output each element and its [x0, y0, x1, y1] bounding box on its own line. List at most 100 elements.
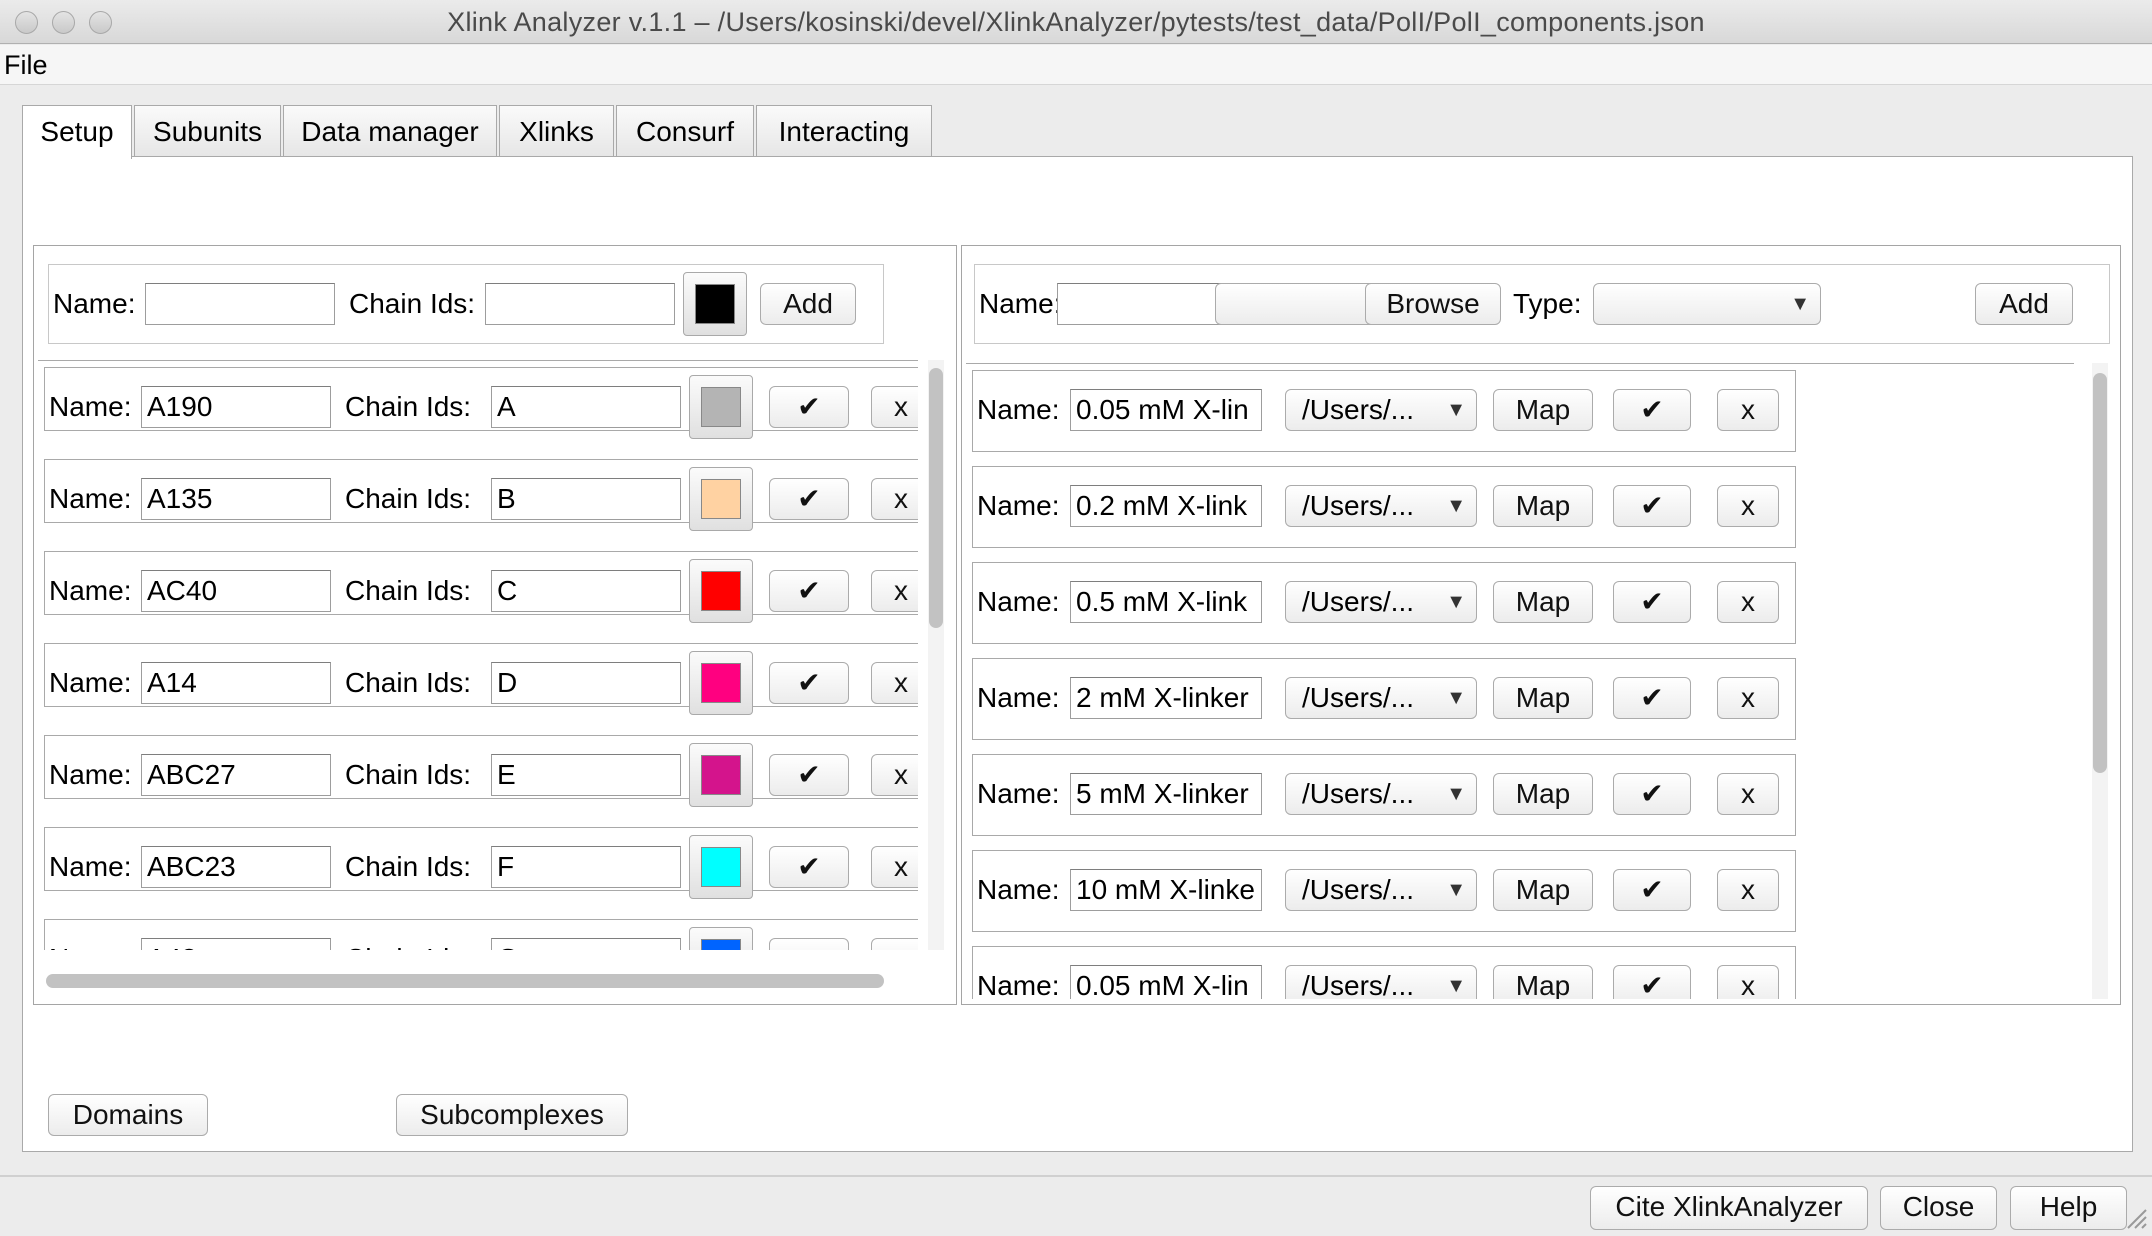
map-button[interactable]: Map [1493, 485, 1593, 527]
delete-button[interactable]: x [871, 478, 918, 520]
data-row-file-select[interactable]: /Users/... ▼ [1285, 485, 1477, 527]
delete-button[interactable]: x [871, 938, 918, 950]
subunit-row-color-button[interactable] [689, 559, 753, 623]
map-button[interactable]: Map [1493, 581, 1593, 623]
data-row-file-select[interactable]: /Users/... ▼ [1285, 965, 1477, 999]
subunit-row-name-input[interactable]: A14 [141, 662, 331, 704]
add-subunit-button[interactable]: Add [760, 283, 856, 325]
subunit-row-name-input[interactable]: A43 [141, 938, 331, 950]
subcomplexes-button[interactable]: Subcomplexes [396, 1094, 628, 1136]
browse-button[interactable]: Browse [1365, 283, 1501, 325]
apply-button[interactable]: ✔ [1613, 773, 1691, 815]
delete-button[interactable]: x [1717, 485, 1779, 527]
delete-button[interactable]: x [1717, 965, 1779, 999]
apply-button[interactable]: ✔ [769, 386, 849, 428]
menu-file[interactable]: File [4, 49, 48, 81]
delete-button[interactable]: x [1717, 869, 1779, 911]
data-row-name-input[interactable]: 10 mM X-linke [1070, 869, 1262, 911]
subunit-row-color-button[interactable] [689, 835, 753, 899]
map-button[interactable]: Map [1493, 869, 1593, 911]
domains-button[interactable]: Domains [48, 1094, 208, 1136]
tab-data-manager[interactable]: Data manager [283, 105, 497, 157]
data-type-select[interactable]: ▼ [1593, 283, 1821, 325]
data-row-file-select[interactable]: /Users/... ▼ [1285, 389, 1477, 431]
color-swatch [701, 663, 741, 703]
subunit-row-name-input[interactable]: A135 [141, 478, 331, 520]
apply-button[interactable]: ✔ [1613, 389, 1691, 431]
subunit-row-color-button[interactable] [689, 651, 753, 715]
add-data-button[interactable]: Add [1975, 283, 2073, 325]
help-button[interactable]: Help [2010, 1186, 2127, 1230]
tab-xlinks[interactable]: Xlinks [499, 105, 614, 157]
delete-button[interactable]: x [1717, 773, 1779, 815]
data-row-name-input[interactable]: 2 mM X-linker [1070, 677, 1262, 719]
subunit-row-name-input[interactable]: AC40 [141, 570, 331, 612]
cite-button[interactable]: Cite XlinkAnalyzer [1590, 1186, 1868, 1230]
close-button[interactable]: Close [1880, 1186, 1997, 1230]
subunit-row-color-button[interactable] [689, 375, 753, 439]
apply-button[interactable]: ✔ [1613, 677, 1691, 719]
subunit-list-vscroll[interactable] [928, 360, 944, 950]
subunit-row-name-input[interactable]: ABC23 [141, 846, 331, 888]
scroll-thumb[interactable] [929, 368, 943, 628]
apply-button[interactable]: ✔ [769, 478, 849, 520]
subunit-row-chain-input[interactable]: C [491, 570, 681, 612]
map-button[interactable]: Map [1493, 773, 1593, 815]
subunit-row-name-input[interactable]: A190 [141, 386, 331, 428]
data-row-file-select[interactable]: /Users/... ▼ [1285, 581, 1477, 623]
delete-button[interactable]: x [1717, 581, 1779, 623]
data-list-vscroll[interactable] [2092, 363, 2108, 999]
tab-consurf[interactable]: Consurf [616, 105, 754, 157]
data-row: Name: 10 mM X-linke/Users/... ▼ Map ✔ x [972, 850, 1796, 932]
map-button[interactable]: Map [1493, 965, 1593, 999]
data-row-file-select[interactable]: /Users/... ▼ [1285, 677, 1477, 719]
data-row-name-input[interactable]: 0.5 mM X-link [1070, 581, 1262, 623]
subunit-color-button[interactable] [683, 272, 747, 336]
data-row-name-input[interactable]: 0.2 mM X-link [1070, 485, 1262, 527]
delete-button[interactable]: x [871, 570, 918, 612]
tab-interacting[interactable]: Interacting [756, 105, 932, 157]
tab-setup[interactable]: Setup [22, 105, 132, 159]
data-row-name-input[interactable]: 5 mM X-linker [1070, 773, 1262, 815]
subunit-name-input[interactable] [145, 283, 335, 325]
apply-button[interactable]: ✔ [769, 846, 849, 888]
map-button[interactable]: Map [1493, 389, 1593, 431]
subunit-list-hscroll[interactable] [46, 974, 884, 988]
apply-button[interactable]: ✔ [1613, 869, 1691, 911]
delete-button[interactable]: x [1717, 677, 1779, 719]
subunit-row-chain-input[interactable]: F [491, 846, 681, 888]
apply-button[interactable]: ✔ [1613, 965, 1691, 999]
subunit-row-color-button[interactable] [689, 467, 753, 531]
apply-button[interactable]: ✔ [1613, 581, 1691, 623]
chevron-down-icon: ▼ [1446, 687, 1466, 709]
apply-button[interactable]: ✔ [1613, 485, 1691, 527]
data-row-file-select[interactable]: /Users/... ▼ [1285, 773, 1477, 815]
subunit-row-color-button[interactable] [689, 927, 753, 950]
delete-button[interactable]: x [871, 386, 918, 428]
delete-button[interactable]: x [871, 662, 918, 704]
data-row-name-input[interactable]: 0.05 mM X-lin [1070, 965, 1262, 999]
apply-button[interactable]: ✔ [769, 754, 849, 796]
subunit-row-chain-input[interactable]: B [491, 478, 681, 520]
apply-button[interactable]: ✔ [769, 570, 849, 612]
subunit-row-chain-input[interactable]: G [491, 938, 681, 950]
tab-subunits[interactable]: Subunits [134, 105, 281, 157]
scroll-thumb[interactable] [2093, 373, 2107, 773]
subunit-row-color-button[interactable] [689, 743, 753, 807]
delete-button[interactable]: x [871, 754, 918, 796]
subunit-row-name-label: Name: [49, 483, 132, 514]
subunit-row-name-input[interactable]: ABC27 [141, 754, 331, 796]
subunit-row-chain-input[interactable]: A [491, 386, 681, 428]
subunit-row-chain-input[interactable]: D [491, 662, 681, 704]
map-button[interactable]: Map [1493, 677, 1593, 719]
apply-button[interactable]: ✔ [769, 938, 849, 950]
delete-button[interactable]: x [1717, 389, 1779, 431]
subunit-row-chain-input[interactable]: E [491, 754, 681, 796]
apply-button[interactable]: ✔ [769, 662, 849, 704]
data-row-file-select[interactable]: /Users/... ▼ [1285, 869, 1477, 911]
subunit-row-chain-label: Chain Ids: [345, 759, 472, 790]
subunit-chain-input[interactable] [485, 283, 675, 325]
resize-grip-icon[interactable] [2124, 1206, 2148, 1230]
delete-button[interactable]: x [871, 846, 918, 888]
data-row-name-input[interactable]: 0.05 mM X-lin [1070, 389, 1262, 431]
